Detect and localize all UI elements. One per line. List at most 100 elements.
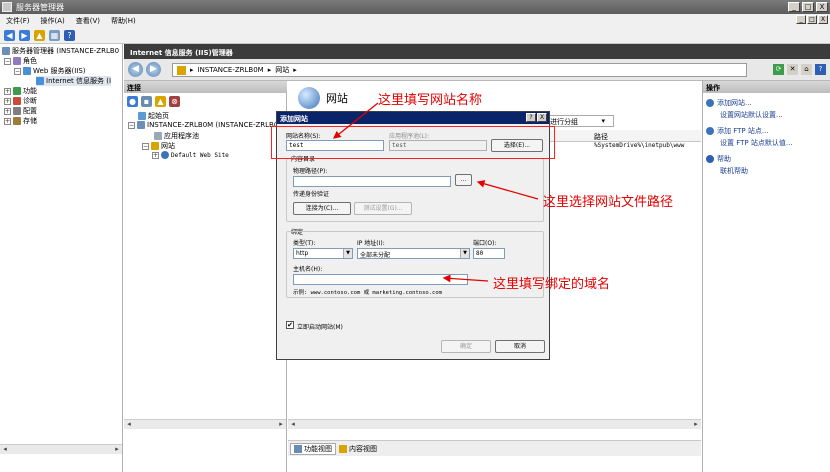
menu-action[interactable]: 操作(A) <box>41 16 65 26</box>
action-help[interactable]: 帮助 <box>706 154 731 164</box>
table-row[interactable]: %SystemDrive%\inetpub\www <box>594 142 684 149</box>
actions-title: 操作 <box>703 81 830 93</box>
address-segment-server[interactable]: INSTANCE-ZRLB0M <box>198 66 264 74</box>
connect-as-button[interactable]: 连接为(C)... <box>293 202 351 215</box>
collapse-icon[interactable]: − <box>142 142 149 150</box>
window-title: 服务器管理器 <box>16 3 64 12</box>
collapse-icon[interactable]: − <box>128 121 135 129</box>
folder-up-icon[interactable]: ▲ <box>34 30 45 41</box>
stop-icon[interactable]: ✕ <box>787 64 798 75</box>
tree-item-diagnostics[interactable]: + 诊断 <box>4 96 37 106</box>
tab-features-view[interactable]: 功能视图 <box>290 443 336 455</box>
conn-item-start-page[interactable]: 起始页 <box>138 111 169 121</box>
mdi-maximize-button[interactable]: □ <box>807 15 817 24</box>
dialog-close-button[interactable]: X <box>537 113 547 122</box>
help-icon[interactable]: ? <box>64 30 75 41</box>
features-view-icon <box>294 445 302 453</box>
conn-item-server[interactable]: − INSTANCE-ZRLB0M (INSTANCE-ZRLB0M\ <box>128 121 287 129</box>
features-icon <box>13 87 21 95</box>
type-label: 类型(T): <box>293 240 316 247</box>
conn-item-default-site[interactable]: + Default Web Site <box>152 151 229 159</box>
scroll-left-icon[interactable]: ◂ <box>0 445 10 454</box>
scroll-left-icon[interactable]: ◂ <box>124 420 134 429</box>
menu-view[interactable]: 查看(V) <box>76 16 100 26</box>
start-now-label: 立即启动网站(M) <box>297 324 343 331</box>
dialog-help-button[interactable]: ? <box>526 113 536 122</box>
content-view-icon <box>339 445 347 453</box>
hostname-input[interactable] <box>293 274 468 285</box>
mdi-minimize-button[interactable]: _ <box>796 15 806 24</box>
tree-item-web-server[interactable]: − Web 服务器(IIS) <box>14 66 86 76</box>
show-hide-tree-icon[interactable]: ▦ <box>49 30 60 41</box>
tree-item-storage[interactable]: + 存储 <box>4 116 37 126</box>
forward-icon[interactable]: ▶ <box>146 62 161 77</box>
tree-item-iis-manager[interactable]: Internet 信息服务 (I <box>36 76 112 86</box>
view-tabs: 功能视图 内容视图 <box>288 440 701 456</box>
action-ftp-defaults[interactable]: 设置 FTP 站点默认值... <box>720 138 793 148</box>
conn-item-sites[interactable]: − 网站 <box>142 141 175 151</box>
address-segment-sites[interactable]: 网站 <box>275 65 289 75</box>
minimize-button[interactable]: _ <box>788 2 800 12</box>
close-button[interactable]: X <box>816 2 828 12</box>
action-add-ftp[interactable]: 添加 FTP 站点... <box>706 126 769 136</box>
center-title: 网站 <box>298 87 348 109</box>
tree-item-roles[interactable]: − 角色 <box>4 56 37 66</box>
tree-item-config[interactable]: + 配置 <box>4 106 37 116</box>
tree-item-root[interactable]: 服务器管理器 (INSTANCE-ZRLB0 <box>2 46 119 56</box>
site-name-highlight-box <box>271 126 555 159</box>
column-path[interactable]: 路径 <box>594 132 608 142</box>
tab-content-view[interactable]: 内容视图 <box>336 443 380 455</box>
scroll-right-icon[interactable]: ▸ <box>691 420 701 429</box>
menu-file[interactable]: 文件(F) <box>6 16 30 26</box>
refresh-icon[interactable]: ⟳ <box>773 64 784 75</box>
maximize-button[interactable]: □ <box>802 2 814 12</box>
collapse-icon[interactable]: − <box>14 67 21 75</box>
address-field[interactable]: ▸ INSTANCE-ZRLB0M ▸ 网站 ▸ <box>172 63 747 77</box>
cancel-button[interactable]: 取消 <box>495 340 545 353</box>
conn-item-app-pools[interactable]: 应用程序池 <box>154 131 199 141</box>
forward-icon[interactable]: ▶ <box>19 30 30 41</box>
ok-button: 确定 <box>441 340 491 353</box>
back-icon[interactable]: ◀ <box>128 62 143 77</box>
menu-bar: 文件(F) 操作(A) 查看(V) 帮助(H) <box>0 14 830 28</box>
action-online-help[interactable]: 联机帮助 <box>720 166 748 176</box>
back-icon[interactable]: ◀ <box>4 30 15 41</box>
mdi-close-button[interactable]: X <box>818 15 828 24</box>
connect-icon[interactable]: ● <box>127 95 138 107</box>
group-by-dropdown[interactable]: 进行分组 ▾ <box>546 115 614 127</box>
chevron-down-icon: ▼ <box>343 249 352 258</box>
center-horizontal-scrollbar[interactable]: ◂ ▸ <box>288 419 701 429</box>
home-icon[interactable]: ⌂ <box>801 64 812 75</box>
disconnect-icon[interactable]: ⊗ <box>169 95 180 107</box>
expand-icon[interactable]: + <box>4 117 11 125</box>
hostname-label: 主机名(H): <box>293 266 323 273</box>
tree-item-features[interactable]: + 功能 <box>4 86 37 96</box>
annotation-site-name: 这里填写网站名称 <box>378 93 483 108</box>
add-site-icon <box>706 99 714 107</box>
action-site-defaults[interactable]: 设置网站默认设置... <box>720 110 783 120</box>
help-icon[interactable]: ? <box>815 64 826 75</box>
server-icon <box>2 47 10 55</box>
type-select[interactable]: http ▼ <box>293 248 353 259</box>
port-input[interactable]: 80 <box>473 248 505 259</box>
scroll-right-icon[interactable]: ▸ <box>276 420 286 429</box>
ip-select[interactable]: 全部未分配 ▼ <box>357 248 470 259</box>
start-now-checkbox[interactable]: ✔ <box>286 321 294 329</box>
action-add-site[interactable]: 添加网站... <box>706 98 752 108</box>
browse-path-button[interactable]: ... <box>455 174 472 186</box>
expand-icon[interactable]: + <box>152 151 159 159</box>
physical-path-input[interactable] <box>293 176 451 187</box>
collapse-icon[interactable]: − <box>4 57 11 65</box>
expand-icon[interactable]: + <box>4 87 11 95</box>
storage-icon <box>13 117 21 125</box>
connections-horizontal-scrollbar[interactable]: ◂ ▸ <box>124 419 286 429</box>
save-icon[interactable]: ▪ <box>141 95 152 107</box>
up-icon[interactable]: ▲ <box>155 95 166 107</box>
menu-help[interactable]: 帮助(H) <box>111 16 136 26</box>
scroll-left-icon[interactable]: ◂ <box>288 420 298 429</box>
scroll-right-icon[interactable]: ▸ <box>112 445 122 454</box>
tree-horizontal-scrollbar[interactable]: ◂ ▸ <box>0 444 122 454</box>
expand-icon[interactable]: + <box>4 107 11 115</box>
server-icon <box>137 121 145 129</box>
expand-icon[interactable]: + <box>4 97 11 105</box>
